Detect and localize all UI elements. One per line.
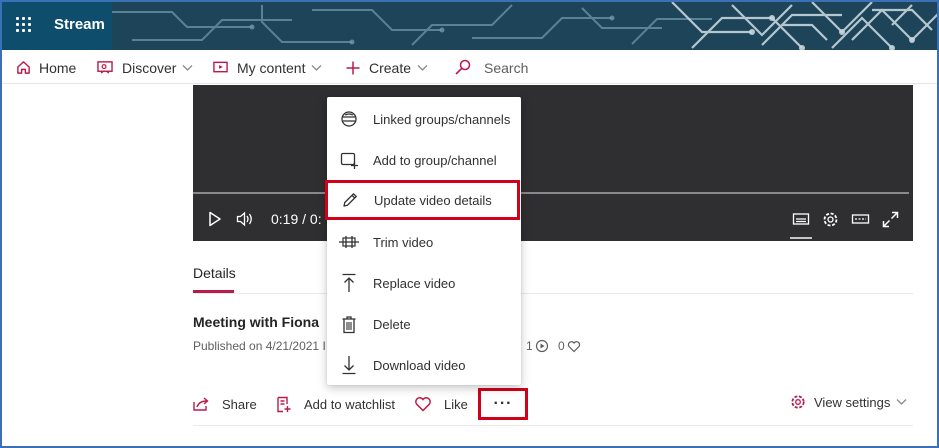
trash-icon [342, 315, 356, 333]
pencil-icon [343, 193, 357, 207]
nav-my-content[interactable]: My content [212, 59, 322, 76]
add-to-watchlist-button[interactable]: Add to watchlist [275, 396, 395, 413]
replace-icon [342, 273, 356, 292]
app-header: Stream [0, 0, 939, 50]
add-to-group-icon [340, 152, 358, 169]
heart-icon [415, 397, 431, 412]
views-count-value: 1 [526, 339, 533, 353]
menu-item-delete[interactable]: Delete [327, 304, 521, 344]
theater-mode-icon[interactable] [851, 211, 870, 227]
nav-create-label: Create [369, 59, 412, 76]
menu-item-download-video[interactable]: Download video [327, 345, 521, 385]
more-options-button[interactable]: ··· [478, 388, 528, 420]
action-bar-divider [193, 425, 913, 426]
chevron-down-icon [312, 64, 322, 71]
chevron-down-icon [183, 64, 193, 71]
menu-item-trim-video[interactable]: Trim video [327, 222, 521, 262]
view-settings-button[interactable]: View settings [790, 394, 907, 410]
menu-item-label: Replace video [373, 275, 456, 291]
chevron-down-icon [417, 64, 428, 71]
menu-item-label: Linked groups/channels [373, 111, 511, 127]
published-date: Published on 4/21/2021 I [193, 339, 326, 353]
video-title: Meeting with Fiona [193, 314, 319, 330]
menu-item-label: Trim video [373, 234, 434, 250]
nav-discover[interactable]: Discover [96, 59, 193, 76]
my-content-icon [213, 61, 228, 73]
like-label: Like [444, 396, 468, 412]
search-placeholder: Search [484, 59, 529, 76]
menu-item-label: Download video [373, 357, 466, 373]
time-total: 0: [309, 211, 322, 227]
time-separator: / [302, 211, 307, 227]
plus-icon [346, 61, 360, 74]
main-nav: Home Discover My content Create Search [2, 50, 937, 84]
gear-icon[interactable] [822, 211, 839, 228]
likes-count: 0 [558, 339, 581, 353]
nav-create[interactable]: Create [345, 59, 428, 76]
share-icon [193, 397, 209, 411]
nav-my-content-label: My content [237, 59, 306, 76]
add-to-watchlist-label: Add to watchlist [304, 397, 396, 412]
search-icon [455, 59, 471, 75]
like-button[interactable]: Like [414, 396, 468, 412]
menu-item-replace-video[interactable]: Replace video [327, 263, 521, 303]
volume-icon[interactable] [236, 211, 254, 227]
views-icon [535, 339, 548, 353]
discover-icon [97, 61, 113, 74]
menu-item-label: Add to group/channel [373, 152, 497, 168]
more-options-menu: Linked groups/channels Add to group/chan… [325, 97, 521, 385]
menu-item-label: Delete [373, 316, 411, 332]
circuit-pattern-banner [112, 0, 939, 50]
home-icon [17, 61, 30, 74]
share-button[interactable]: Share [192, 396, 257, 412]
time-current: 0:19 [271, 211, 299, 227]
playback-time: 0:19 / 0: [271, 211, 322, 227]
trim-icon [339, 236, 359, 248]
nav-home[interactable]: Home [16, 59, 76, 76]
menu-item-label: Update video details [374, 192, 492, 208]
linked-groups-icon [341, 111, 357, 127]
waffle-icon[interactable] [16, 17, 31, 32]
gear-icon [791, 395, 805, 409]
search-box[interactable]: Search [454, 59, 528, 76]
menu-item-linked-groups[interactable]: Linked groups/channels [327, 99, 521, 139]
download-icon [342, 356, 356, 375]
tab-details[interactable]: Details [193, 265, 236, 281]
views-count: 1 [526, 339, 549, 353]
chevron-down-icon [896, 399, 907, 405]
nav-home-label: Home [39, 59, 77, 76]
view-settings-label: View settings [814, 394, 891, 410]
watchlist-icon [277, 396, 291, 413]
video-player[interactable]: 0:19 / 0: [193, 85, 913, 241]
play-icon[interactable] [208, 211, 222, 227]
heart-icon [567, 340, 580, 352]
fullscreen-icon[interactable] [882, 211, 899, 228]
menu-item-update-video-details[interactable]: Update video details [325, 180, 520, 220]
captions-active-indicator [790, 237, 812, 239]
video-progress-bar[interactable] [193, 192, 909, 194]
nav-discover-label: Discover [122, 59, 177, 76]
tab-divider [193, 293, 913, 294]
app-title[interactable]: Stream [54, 16, 105, 33]
share-label: Share [222, 396, 257, 412]
likes-count-value: 0 [558, 339, 565, 353]
menu-item-add-to-group[interactable]: Add to group/channel [327, 140, 521, 180]
captions-icon[interactable] [792, 211, 810, 227]
